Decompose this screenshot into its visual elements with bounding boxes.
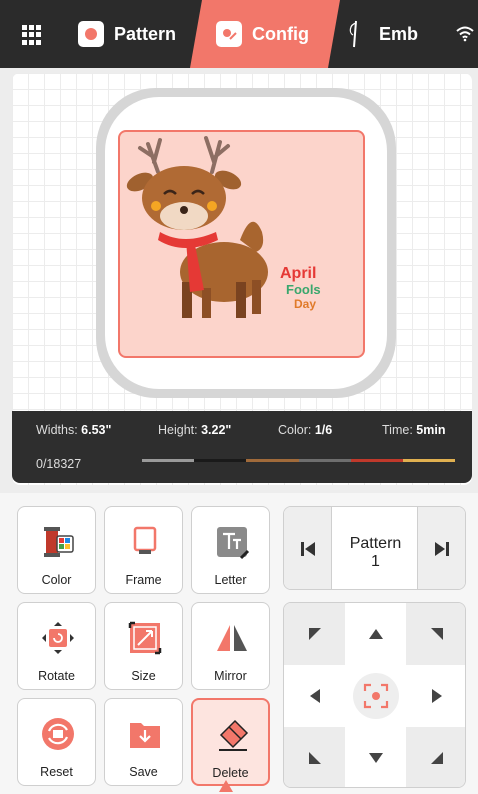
size-button-label: Size bbox=[131, 669, 156, 683]
arrow-up-left-icon bbox=[308, 628, 321, 640]
center-button[interactable] bbox=[345, 665, 406, 727]
mirror-button[interactable]: Mirror bbox=[191, 602, 270, 690]
mirror-icon bbox=[217, 625, 247, 651]
fools-text: Fools bbox=[286, 282, 321, 297]
stitch-progress: 0/18327 bbox=[36, 457, 82, 471]
move-right-button[interactable] bbox=[406, 665, 465, 727]
frame-button-label: Frame bbox=[125, 573, 162, 587]
arrow-down-icon bbox=[368, 753, 383, 763]
tab-pattern-label: Pattern bbox=[114, 23, 177, 44]
save-button-label: Save bbox=[129, 765, 158, 779]
pattern-icon bbox=[78, 21, 104, 47]
arrow-up-icon bbox=[368, 629, 383, 639]
move-up-button[interactable] bbox=[345, 603, 406, 665]
eraser-icon bbox=[219, 719, 249, 751]
arrow-right-icon bbox=[431, 689, 442, 703]
frame-button[interactable]: Frame bbox=[104, 506, 183, 594]
move-down-right-button[interactable] bbox=[406, 727, 465, 787]
resize-icon bbox=[128, 621, 162, 655]
pattern-number: 1 bbox=[371, 553, 380, 570]
tab-emb[interactable]: Emb bbox=[345, 0, 418, 68]
needle-icon bbox=[349, 20, 357, 48]
letter-icon bbox=[217, 527, 250, 560]
pattern-label: Pattern bbox=[349, 535, 402, 552]
day-text: Day bbox=[294, 297, 316, 311]
next-pattern-button[interactable] bbox=[417, 507, 465, 589]
reset-button-label: Reset bbox=[40, 765, 73, 779]
thread-color-bar bbox=[142, 459, 456, 462]
time-info: Time: 5min bbox=[382, 423, 446, 437]
mirror-button-label: Mirror bbox=[214, 669, 247, 683]
arrow-left-icon bbox=[309, 689, 320, 703]
arrow-down-left-icon bbox=[308, 752, 321, 764]
center-focus-icon bbox=[363, 683, 388, 709]
rotate-button-label: Rotate bbox=[38, 669, 75, 683]
thread-swatch bbox=[246, 459, 299, 462]
color-button-label: Color bbox=[41, 573, 72, 587]
active-tool-indicator bbox=[219, 780, 233, 792]
save-button[interactable]: Save bbox=[104, 698, 183, 786]
tab-emb-label: Emb bbox=[379, 23, 419, 44]
top-bar: Pattern Config Emb bbox=[0, 0, 478, 68]
arrow-up-right-icon bbox=[430, 628, 443, 640]
move-down-button[interactable] bbox=[345, 727, 406, 787]
pattern-switcher: Pattern 1 bbox=[283, 506, 466, 590]
letter-button-label: Letter bbox=[214, 573, 247, 587]
skip-previous-icon bbox=[301, 542, 315, 556]
tab-config[interactable]: Config bbox=[190, 0, 340, 68]
apps-grid-icon[interactable] bbox=[22, 25, 42, 45]
letter-button[interactable]: Letter bbox=[191, 506, 270, 594]
design-info-bar: Widths: 6.53" Height: 3.22" Color: 1/6 T… bbox=[12, 411, 472, 483]
move-dpad bbox=[283, 602, 466, 788]
thread-swatch bbox=[142, 459, 195, 462]
arrow-down-right-icon bbox=[430, 752, 443, 764]
tab-pattern[interactable]: Pattern bbox=[78, 0, 176, 68]
previous-pattern-button[interactable] bbox=[284, 507, 332, 589]
reset-button[interactable]: Reset bbox=[17, 698, 96, 786]
reset-icon bbox=[42, 718, 74, 750]
thread-swatch bbox=[350, 459, 403, 462]
move-down-left-button[interactable] bbox=[284, 727, 345, 787]
height-info: Height: 3.22" bbox=[158, 423, 232, 437]
skip-next-icon bbox=[435, 542, 449, 556]
move-up-left-button[interactable] bbox=[284, 603, 345, 665]
rotate-icon bbox=[42, 622, 74, 654]
save-folder-icon bbox=[130, 723, 160, 748]
move-left-button[interactable] bbox=[284, 665, 345, 727]
tab-config-label: Config bbox=[252, 23, 309, 44]
reindeer-embroidery-image: April Fools Day bbox=[126, 136, 321, 318]
size-button[interactable]: Size bbox=[104, 602, 183, 690]
pattern-indicator: Pattern 1 bbox=[332, 535, 419, 571]
thread-swatch bbox=[298, 459, 351, 462]
design-selection[interactable]: April Fools Day bbox=[118, 130, 365, 358]
color-button[interactable]: Color bbox=[17, 506, 96, 594]
width-info: Widths: 6.53" bbox=[36, 423, 112, 437]
move-up-right-button[interactable] bbox=[406, 603, 465, 665]
config-icon bbox=[216, 21, 242, 47]
delete-button-label: Delete bbox=[212, 766, 249, 780]
delete-button[interactable]: Delete bbox=[191, 698, 270, 786]
april-text: April bbox=[280, 265, 316, 282]
thread-swatch bbox=[402, 459, 456, 462]
color-info: Color: 1/6 bbox=[278, 423, 333, 437]
thread-color-icon bbox=[44, 527, 74, 557]
wifi-icon bbox=[456, 26, 474, 42]
frame-icon bbox=[133, 526, 157, 554]
thread-swatch bbox=[194, 459, 247, 462]
rotate-button[interactable]: Rotate bbox=[17, 602, 96, 690]
